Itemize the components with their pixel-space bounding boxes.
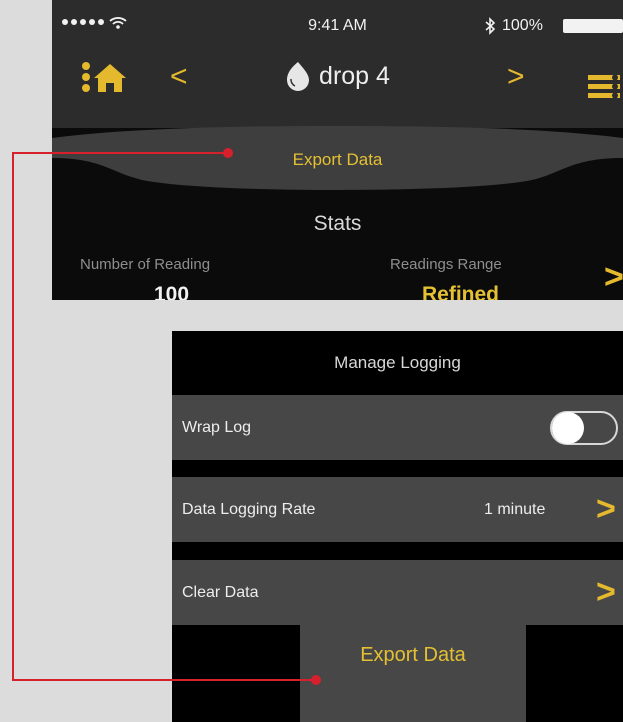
readings-range-value[interactable]: Refined [422, 283, 499, 300]
number-of-reading-label: Number of Reading [80, 256, 211, 273]
clear-data-label: Clear Data [182, 584, 259, 601]
top-screenshot: 9:41 AM 100% < drop 4 > Export Data Stat… [52, 0, 623, 300]
wrap-log-row[interactable]: Wrap Log [172, 395, 623, 460]
toggle-knob [552, 412, 584, 444]
battery-icon [563, 19, 623, 33]
data-logging-rate-value: 1 minute [484, 501, 546, 518]
wrap-log-toggle[interactable] [550, 411, 618, 445]
manage-logging-title: Manage Logging [334, 353, 461, 372]
data-logging-rate-label: Data Logging Rate [182, 501, 316, 518]
bottom-screenshot: Manage Logging Wrap Log Data Logging Rat… [172, 331, 623, 722]
chevron-right-icon[interactable]: > [604, 258, 623, 297]
menu-icon[interactable] [588, 73, 620, 101]
stats-title: Stats [313, 212, 362, 235]
drop-icon [287, 62, 310, 91]
export-data-button[interactable]: Export Data [300, 616, 526, 722]
bluetooth-icon [485, 17, 496, 35]
device-name: drop 4 [319, 61, 390, 90]
data-logging-rate-row[interactable]: Data Logging Rate 1 minute > [172, 477, 623, 542]
next-button[interactable]: > [507, 60, 525, 94]
status-bar: 9:41 AM 100% [52, 0, 623, 52]
number-of-reading-value: 100 [154, 283, 190, 300]
export-data-tab[interactable]: Export Data [52, 150, 623, 170]
battery-percent: 100% [502, 17, 543, 34]
device-title: drop 4 [52, 60, 623, 92]
chevron-right-icon[interactable]: > [596, 560, 616, 625]
readings-range-label: Readings Range [390, 256, 502, 273]
wrap-log-label: Wrap Log [182, 419, 252, 436]
chevron-right-icon[interactable]: > [596, 477, 616, 542]
nav-bar: < drop 4 > [52, 52, 623, 128]
